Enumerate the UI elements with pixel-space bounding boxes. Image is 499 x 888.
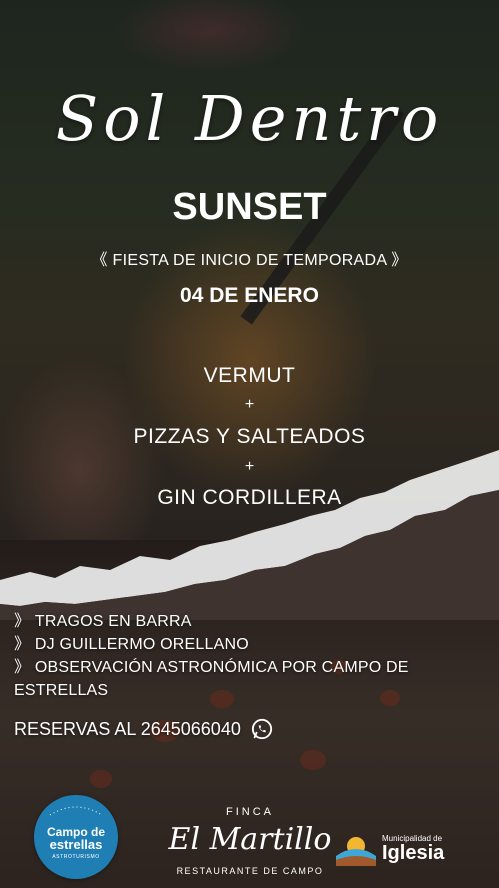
campo-de-estrellas-logo: Campo de estrellas ASTROTURISMO <box>34 795 118 879</box>
reservations-line[interactable]: RESERVAS AL 2645066040 <box>14 718 273 740</box>
municipalidad-logo: Municipalidad de Iglesia <box>336 832 444 866</box>
feature-item: 》 TRAGOS EN BARRA <box>14 613 192 630</box>
sun-mountains-icon <box>336 837 376 866</box>
menu-item: VERMUT <box>203 364 296 387</box>
menu-item: GIN CORDILLERA <box>157 486 342 509</box>
finca-name: El Martillo <box>168 822 332 857</box>
event-title: Sol Dentro <box>55 82 444 155</box>
torn-paper-divider <box>0 450 499 620</box>
stars-icon <box>49 806 103 816</box>
feature-item: ESTRELLAS <box>14 682 109 699</box>
reservations-text: RESERVAS AL 2645066040 <box>14 718 241 739</box>
event-date: 04 DE ENERO <box>180 284 319 307</box>
municipalidad-name: Iglesia <box>382 842 445 864</box>
menu-item: PIZZAS Y SALTEADOS <box>133 425 366 448</box>
finca-label: FINCA <box>226 806 274 818</box>
menu-separator: + <box>244 396 255 413</box>
event-name: SUNSET <box>172 186 327 228</box>
event-subtitle: 《 FIESTA DE INICIO DE TEMPORADA 》 <box>91 252 408 269</box>
whatsapp-icon[interactable] <box>251 718 273 740</box>
feature-item: 》 DJ GUILLERMO ORELLANO <box>14 636 249 653</box>
finca-subtitle: RESTAURANTE DE CAMPO <box>176 866 324 876</box>
feature-item: 》 OBSERVACIÓN ASTRONÓMICA POR CAMPO DE <box>14 659 409 676</box>
menu-separator: + <box>244 458 255 475</box>
